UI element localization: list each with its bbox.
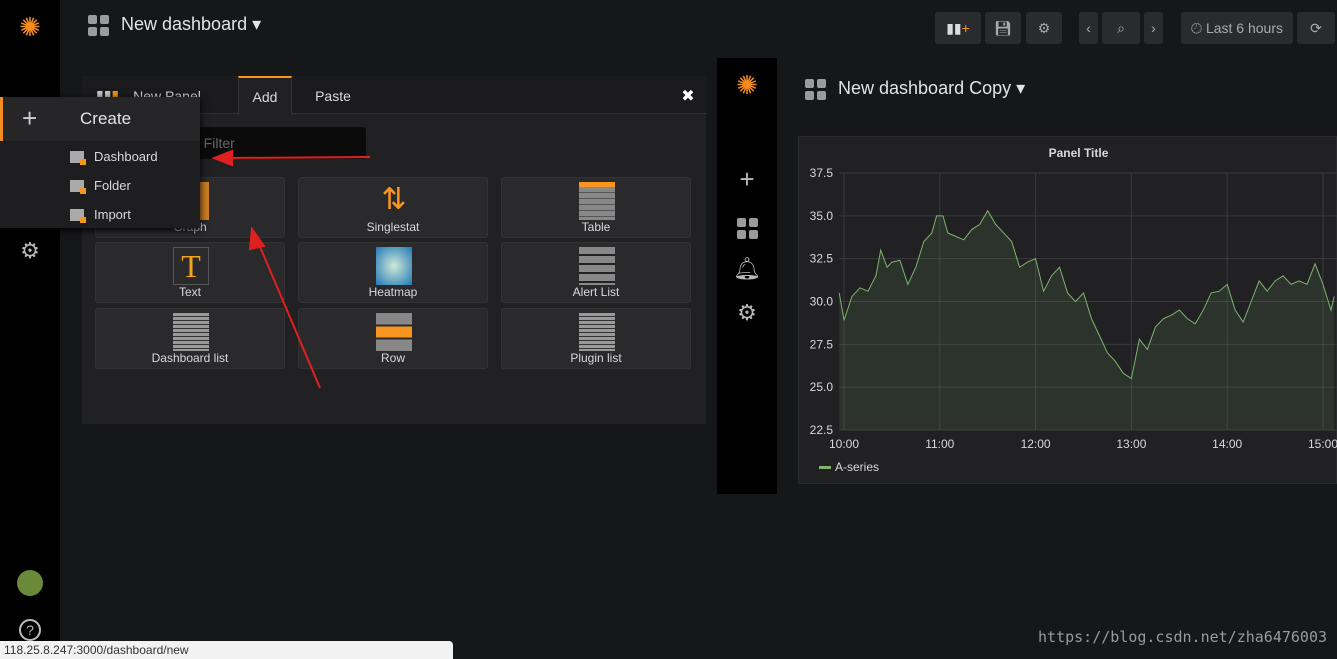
arrowhead [211,149,233,167]
watermark: https://blog.csdn.net/zha6476003 [1038,628,1327,646]
time-range-picker[interactable]: 🕘︎ Last 6 hours [1181,12,1293,44]
copy-sidebar: ✺ + 🔔︎ ⚙ [717,58,777,494]
dashboards-icon[interactable] [717,214,777,240]
dashboard-copy-window: ✺ + 🔔︎ ⚙ New dashboard Copy ▾ Panel Titl… [717,58,1337,494]
x-tick-label: 15:00 [1308,437,1337,451]
x-tick-label: 13:00 [1116,437,1146,451]
legend-label: A-series [835,460,879,474]
arrowhead [248,226,266,251]
copy-title-picker[interactable]: New dashboard Copy ▾ [805,78,1025,100]
arrow-to-graph [257,241,321,389]
y-tick-label: 37.5 [810,166,834,180]
x-tick-label: 12:00 [1021,437,1051,451]
status-bar-url: 118.25.8.247:3000/dashboard/new [0,641,453,659]
y-tick-label: 32.5 [810,252,834,266]
grafana-logo-icon[interactable]: ✺ [717,70,777,101]
add-panel-button[interactable]: ▮▮ + [935,12,981,44]
copy-dashboard-title: New dashboard Copy [838,78,1012,98]
y-tick-label: 30.0 [810,295,834,309]
gear-icon[interactable]: ⚙ [717,300,777,326]
x-tick-label: 10:00 [829,437,859,451]
settings-gear-icon[interactable]: ⚙ [1026,12,1062,44]
time-range-label: Last 6 hours [1205,20,1284,36]
dashboard-grid-icon [805,78,826,100]
chart-title: Panel Title [1049,146,1109,160]
arrow-to-dashboard [227,156,371,159]
x-tick-label: 14:00 [1212,437,1242,451]
graph-panel: Panel Title 37.5 35.0 32.5 30.0 27.5 25.0 22.5 1… [798,136,1337,484]
clock-icon: 🕘︎ [1190,19,1206,36]
avatar[interactable] [0,570,60,602]
y-tick-label: 22.5 [810,423,834,437]
graph-chart: Panel Title37.535.032.530.027.525.022.51… [810,146,1337,474]
y-tick-label: 25.0 [810,380,834,394]
y-tick-label: 27.5 [810,337,834,351]
time-back-button[interactable]: ‹ [1079,12,1098,44]
refresh-icon[interactable]: ⟳ [1297,12,1335,44]
save-icon[interactable]: 💾︎ [985,12,1021,44]
plus-icon[interactable]: + [717,164,777,195]
annotation-arrows [211,149,371,389]
x-tick-label: 11:00 [925,437,954,451]
zoom-out-icon[interactable]: ⌕ [1102,12,1140,44]
bell-icon[interactable]: 🔔︎ [717,256,777,282]
legend-swatch [819,466,831,469]
y-tick-label: 35.0 [810,209,834,223]
help-icon[interactable]: ? [0,615,60,641]
time-forward-button[interactable]: › [1144,12,1163,44]
series-area [839,210,1335,430]
